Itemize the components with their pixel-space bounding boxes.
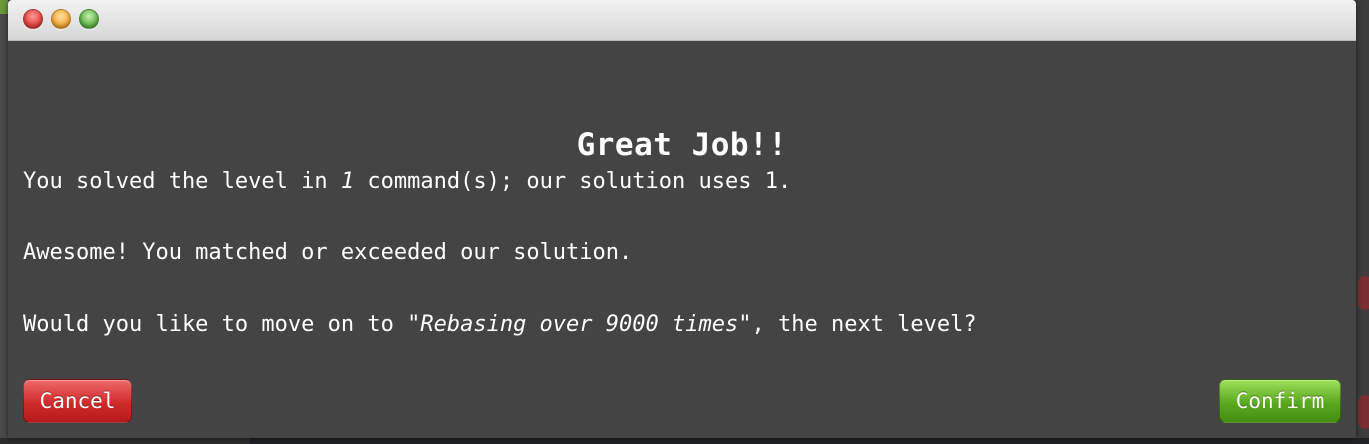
summary-suffix: command(s); our solution uses 1. <box>354 169 792 194</box>
window-titlebar <box>8 0 1356 41</box>
next-level-name: "Rebasing over 9000 times" <box>407 312 752 337</box>
praise-message: Awesome! You matched or exceeded our sol… <box>23 240 633 265</box>
solution-summary: You solved the level in 1 command(s); ou… <box>23 169 791 194</box>
background-right-edge <box>1356 0 1369 444</box>
prompt-prefix: Would you like to move on to <box>23 312 408 337</box>
background-marker <box>1358 276 1369 310</box>
cancel-button[interactable]: Cancel <box>23 379 132 423</box>
zoom-icon[interactable] <box>79 9 99 29</box>
close-icon[interactable] <box>23 9 43 29</box>
level-complete-dialog: Great Job!! You solved the level in 1 co… <box>8 0 1356 438</box>
background-left-accent <box>0 0 8 14</box>
background-left-edge <box>0 0 8 444</box>
summary-prefix: You solved the level in <box>23 169 341 194</box>
dialog-content: Great Job!! You solved the level in 1 co… <box>8 41 1356 438</box>
player-command-count: 1 <box>340 169 355 194</box>
confirm-button[interactable]: Confirm <box>1219 379 1341 423</box>
dialog-title: Great Job!! <box>576 127 788 163</box>
background-bottom-panel <box>250 438 1369 444</box>
next-level-prompt: Would you like to move on to "Rebasing o… <box>23 312 977 337</box>
prompt-suffix: , the next level? <box>751 312 977 337</box>
minimize-icon[interactable] <box>51 9 71 29</box>
background-marker <box>1358 395 1369 429</box>
page: Great Job!! You solved the level in 1 co… <box>0 0 1369 444</box>
